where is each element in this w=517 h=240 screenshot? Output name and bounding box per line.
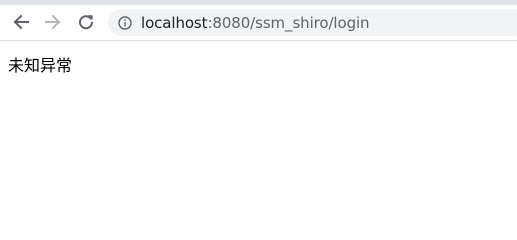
back-button[interactable] xyxy=(8,9,34,35)
reload-icon xyxy=(77,13,95,31)
url-path: :8080/ssm_shiro/login xyxy=(207,13,370,32)
address-bar[interactable]: localhost:8080/ssm_shiro/login xyxy=(108,9,517,36)
url-text[interactable]: localhost:8080/ssm_shiro/login xyxy=(141,13,370,32)
url-host: localhost xyxy=(141,13,208,32)
forward-button[interactable] xyxy=(40,9,66,35)
browser-toolbar: localhost:8080/ssm_shiro/login xyxy=(0,5,517,41)
error-message: 未知异常 xyxy=(8,56,73,75)
arrow-right-icon xyxy=(44,13,62,31)
reload-button[interactable] xyxy=(73,9,99,35)
arrow-left-icon xyxy=(12,13,30,31)
page-content: 未知异常 xyxy=(0,42,517,201)
info-icon[interactable] xyxy=(118,15,132,30)
